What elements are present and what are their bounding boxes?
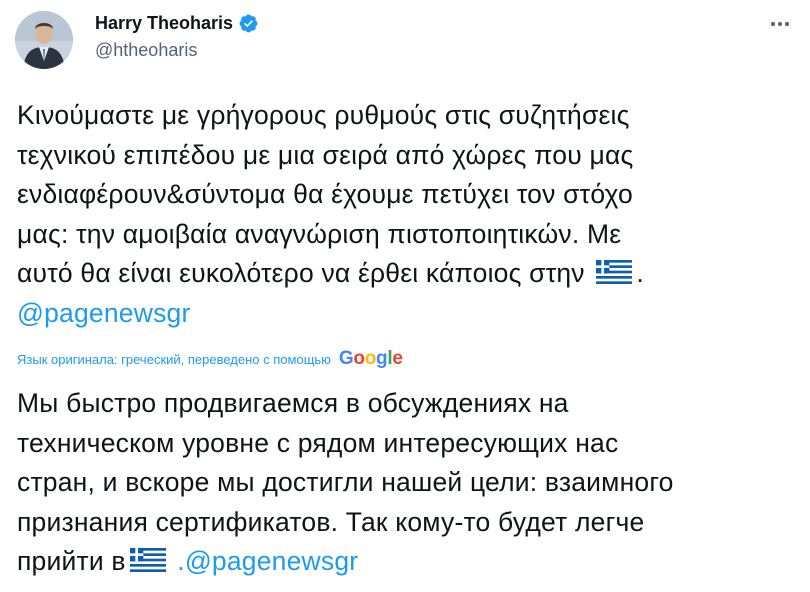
translation-line: стран, и вскоре мы достигли нашей цели: …	[17, 467, 674, 497]
avatar-photo	[15, 11, 73, 69]
tweet-line: ενδιαφέρουν&σύντομα θα έχουμε πετύχει το…	[17, 179, 633, 209]
translation-line: Мы быстро продвигаемся в обсуждениях на	[17, 388, 569, 418]
translation-line: техническом уровне с рядом интересующих …	[17, 427, 619, 458]
greek-flag-icon	[129, 548, 166, 572]
more-options-icon[interactable]	[768, 12, 792, 36]
author-handle[interactable]: @htheoharis	[95, 40, 197, 61]
tweet-text: Κινούμαστε με γρήγορους ρυθμούς στις συζ…	[17, 96, 797, 333]
greek-flag-icon	[596, 260, 633, 284]
mention-link[interactable]: .@pagenewsgr	[177, 546, 358, 576]
translation-line: прийти в .@pagenewsgr	[17, 542, 797, 582]
translated-text: Мы быстро продвигаемся в обсуждениях на …	[17, 384, 797, 582]
google-logo[interactable]: Google	[339, 348, 403, 370]
tweet-line-text: αυτό θα είναι ευκολότερο να έρθει κάποιο…	[17, 258, 585, 288]
translation-last-line-text: прийти в	[17, 546, 126, 576]
translation-attribution-label: Язык оригинала: греческий, переведено с …	[17, 351, 331, 367]
author-display-name[interactable]: Harry Theoharis	[95, 13, 233, 34]
tweet-line: Κινούμαστε με γρήγορους ρυθμούς στις συζ…	[17, 100, 630, 130]
verified-badge-icon	[239, 14, 258, 33]
translation-line: признания сертификатов. Так кому-то буде…	[17, 506, 645, 537]
tweet-line: αυτό θα είναι ευκολότερο να έρθει κάποιο…	[17, 254, 797, 294]
tweet-line-end: .	[636, 258, 644, 288]
tweet-line: τεχνικού επιπέδου με μια σειρά από χώρες…	[17, 139, 634, 170]
tweet-line: μας: την αμοιβαία αναγνώριση πιστοποιητι…	[17, 218, 622, 249]
avatar[interactable]	[15, 11, 73, 69]
translation-attribution: Язык оригинала: греческий, переведено с …	[17, 348, 403, 370]
mention-link[interactable]: @pagenewsgr	[17, 298, 190, 328]
tweet-line: @pagenewsgr	[17, 294, 797, 334]
